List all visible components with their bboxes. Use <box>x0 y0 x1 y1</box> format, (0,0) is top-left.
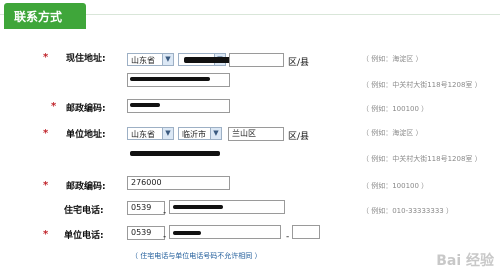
home-phone-area-value: 0539 <box>131 203 152 212</box>
redacted-scribble <box>173 231 201 235</box>
home-phone-hint: （ 例如：010-33333333 ） <box>362 207 453 215</box>
home-phone-label: 住宅电话: <box>64 206 104 216</box>
work-postal-code-value: 276000 <box>131 178 162 187</box>
phone-dash: - <box>286 232 290 242</box>
section-title: 联系方式 <box>14 10 63 24</box>
work-district-suffix: 区/县 <box>288 132 310 142</box>
postal-code-label: 邮政编码: <box>66 104 106 114</box>
phone-dash: - <box>163 208 167 218</box>
phone-dash: - <box>163 232 167 242</box>
work-street-hint: （ 例如：中关村大街118号1208室 ） <box>362 155 482 163</box>
redacted-scribble <box>130 77 210 81</box>
work-phone-label: 单位电话: <box>64 231 104 241</box>
work-district-hint: （ 例如：海淀区 ） <box>362 129 423 137</box>
postal-code-hint: （ 例如：100100 ） <box>362 105 429 113</box>
work-postal-code-input[interactable]: 276000 <box>127 176 230 190</box>
work-city-value: 临沂市 <box>182 130 206 139</box>
work-province-value: 山东省 <box>131 130 155 139</box>
watermark: Bai 经验 <box>436 253 494 269</box>
current-district-suffix: 区/县 <box>288 58 310 68</box>
postal-code-label: 邮政编码: <box>66 182 106 192</box>
redacted-scribble <box>130 151 220 156</box>
chevron-down-icon: ▼ <box>162 128 173 139</box>
redacted-scribble <box>130 103 160 107</box>
required-marker: * <box>43 180 49 191</box>
current-province-value: 山东省 <box>131 56 155 65</box>
chevron-down-icon: ▼ <box>162 54 173 65</box>
chevron-down-icon: ▼ <box>210 128 221 139</box>
required-marker: * <box>51 101 57 112</box>
current-district-hint: （ 例如：海淀区 ） <box>362 55 423 63</box>
home-phone-area-input[interactable]: 0539 <box>127 201 165 215</box>
current-province-select[interactable]: 山东省 ▼ <box>127 53 174 66</box>
work-province-select[interactable]: 山东省 ▼ <box>127 127 174 140</box>
work-address-label: 单位地址: <box>66 130 106 140</box>
required-marker: * <box>43 229 49 240</box>
work-phone-area-input[interactable]: 0539 <box>127 226 165 240</box>
work-city-select[interactable]: 临沂市 ▼ <box>178 127 222 140</box>
phone-note: （ 住宅电话与单位电话号码不允许相同 ） <box>131 252 262 260</box>
work-district-value: 兰山区 <box>232 129 256 138</box>
work-phone-area-value: 0539 <box>131 228 152 237</box>
postal-code-hint: （ 例如：100100 ） <box>362 182 429 190</box>
required-marker: * <box>43 52 49 63</box>
current-address-label: 现住地址: <box>66 54 106 64</box>
current-street-hint: （ 例如：中关村大街118号1208室 ） <box>362 81 482 89</box>
work-phone-extension-input[interactable] <box>292 225 320 239</box>
redacted-scribble <box>173 205 223 209</box>
current-district-input[interactable] <box>229 53 284 67</box>
required-marker: * <box>43 128 49 139</box>
work-district-input[interactable]: 兰山区 <box>228 127 284 141</box>
